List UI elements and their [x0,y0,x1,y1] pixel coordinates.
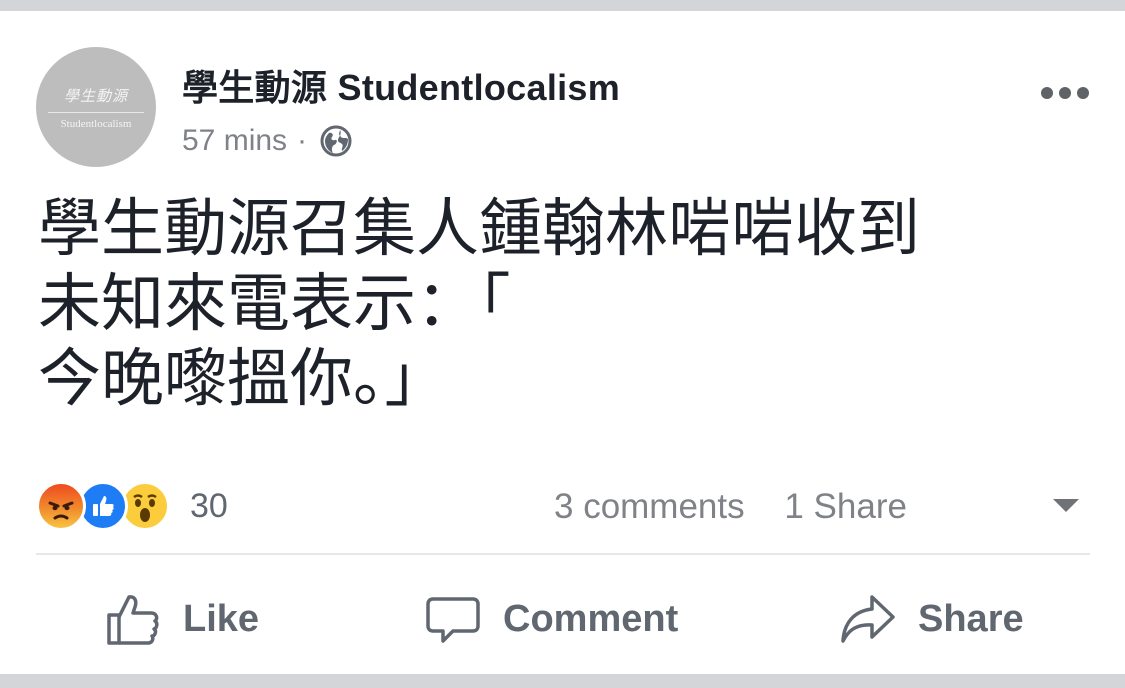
angry-icon [36,481,86,531]
comment-bubble-icon [426,597,480,643]
page-name[interactable]: 學生動源 Studentlocalism [182,59,620,111]
avatar-logo-en: Studentlocalism [60,117,132,130]
like-label: Like [183,597,260,640]
divider [36,553,1090,555]
avatar-logo-rule [48,111,144,113]
reaction-summary[interactable]: 30 [36,481,228,531]
post-text: 學生動源召集人鍾翰林啱啱收到 未知來電表示：「 今晚嚟搵你。」 [38,192,920,415]
comment-label: Comment [503,597,679,640]
post-card: 學生動源 Studentlocalism 學生動源 Studentlocalis… [0,11,1125,674]
share-label: Share [918,597,1024,640]
more-dot [1059,87,1071,99]
share-arrow-icon [841,595,895,643]
comment-count-link[interactable]: 3 comments [554,487,745,526]
more-dot [1041,87,1053,99]
like-button[interactable]: Like [105,591,259,647]
more-dot [1077,87,1089,99]
action-bar: Like Comment Share [0,581,1125,671]
reaction-count: 30 [190,486,228,525]
share-count-link[interactable]: 1 Share [784,487,907,526]
comment-button[interactable]: Comment [425,591,678,647]
avatar-logo-cn: 學生動源 [63,86,128,105]
chevron-down-icon[interactable] [1053,499,1079,512]
more-options-button[interactable] [1041,87,1089,99]
thumbs-up-icon [107,595,159,645]
page-avatar[interactable]: 學生動源 Studentlocalism [36,47,156,167]
post-time[interactable]: 57 mins [182,124,287,158]
engagement-stats: 3 comments 1 Share [554,487,907,527]
share-button[interactable]: Share [840,591,1024,647]
meta-separator: · [297,124,308,157]
globe-icon[interactable] [319,124,353,158]
post-meta: 57 mins · [182,124,353,158]
